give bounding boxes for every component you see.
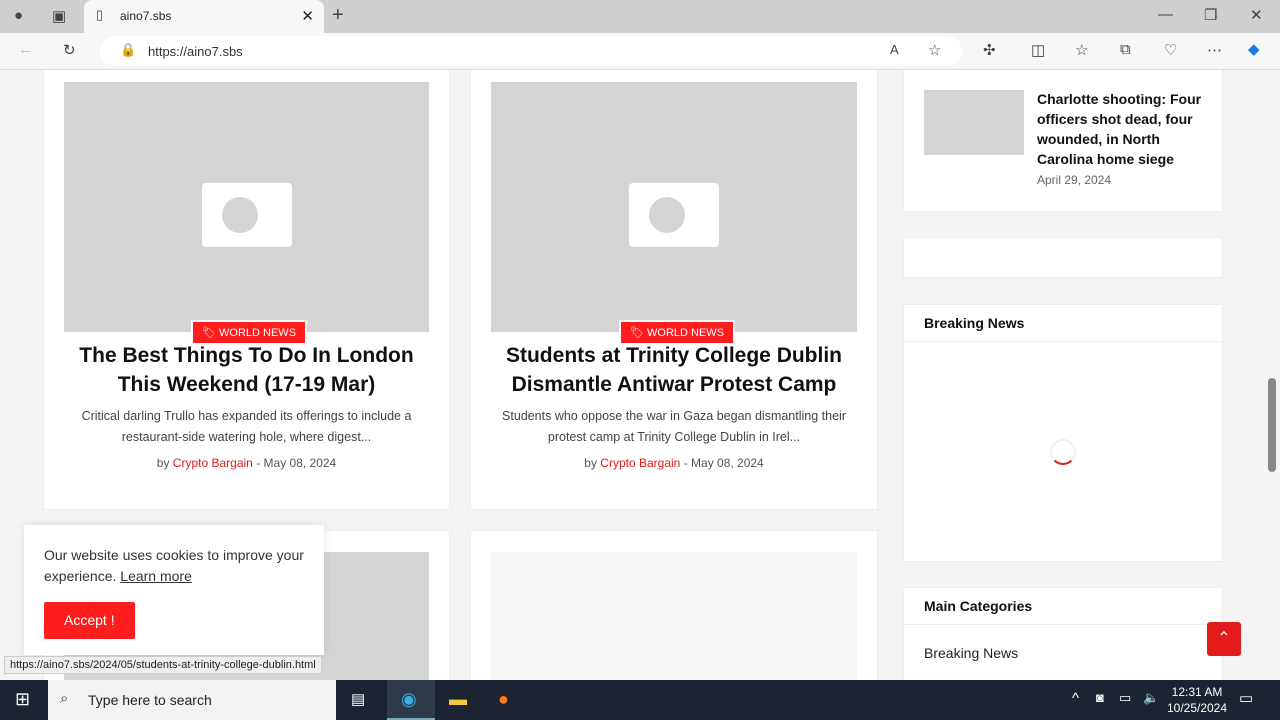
close-window-icon[interactable]: ✕ <box>1250 6 1263 24</box>
recent-post-title[interactable]: Charlotte shooting: Four officers shot d… <box>1037 89 1207 169</box>
author-link[interactable]: Crypto Bargain <box>173 456 253 470</box>
taskbar: ⊞ ⌕ Type here to search ▤ ◉ ▬ ● ^ ◙ ▭ 🔈 … <box>0 680 1280 720</box>
read-aloud-icon[interactable]: A <box>890 42 899 57</box>
post-thumbnail[interactable] <box>64 82 429 332</box>
post-thumbnail[interactable] <box>491 82 857 332</box>
breaking-news-widget: Breaking News <box>903 304 1223 562</box>
favorites-icon[interactable]: ☆ <box>1075 41 1088 59</box>
status-bar-url: https://aino7.sbs/2024/05/students-at-tr… <box>4 656 322 674</box>
page-icon: ▯ <box>96 7 104 22</box>
widget-title: Breaking News <box>904 305 1222 342</box>
split-screen-icon[interactable]: ◫ <box>1031 41 1045 59</box>
empty-widget <box>903 237 1223 278</box>
address-input[interactable]: 🔒 https://aino7.sbs A ☆ <box>100 36 962 66</box>
task-view-icon[interactable]: ▤ <box>351 690 365 708</box>
minimize-icon[interactable]: — <box>1158 6 1173 23</box>
favorite-star-icon[interactable]: ☆ <box>928 41 941 59</box>
new-tab-icon[interactable]: + <box>332 4 344 27</box>
refresh-icon[interactable]: ↻ <box>63 41 76 59</box>
edge-taskbar-icon[interactable]: ◉ <box>387 680 435 720</box>
cookie-banner: Our website uses cookies to improve your… <box>24 525 324 655</box>
browser-essentials-icon[interactable]: ♡ <box>1164 41 1177 59</box>
lock-icon[interactable]: 🔒 <box>120 42 136 58</box>
search-icon: ⌕ <box>60 690 69 707</box>
camera-icon <box>629 183 719 247</box>
author-link[interactable]: Crypto Bargain <box>600 456 680 470</box>
back-icon[interactable]: ← <box>18 41 33 58</box>
firefox-icon[interactable]: ● <box>498 689 509 710</box>
more-icon[interactable]: ⋯ <box>1207 41 1222 59</box>
file-explorer-icon[interactable]: ▬ <box>449 689 467 710</box>
windows-start-icon[interactable]: ⊞ <box>15 689 30 710</box>
camera-icon <box>201 183 292 247</box>
post-thumbnail[interactable] <box>491 552 857 680</box>
notifications-icon[interactable]: ▭ <box>1239 689 1253 707</box>
post-excerpt: Critical darling Trullo has expanded its… <box>81 409 412 444</box>
scrollbar[interactable] <box>1264 70 1280 680</box>
taskbar-search[interactable]: ⌕ Type here to search <box>48 680 336 720</box>
tray-chevron-icon[interactable]: ^ <box>1072 690 1079 707</box>
recent-post-widget: Charlotte shooting: Four officers shot d… <box>903 70 1223 212</box>
post-card[interactable]: 🏷 WORLD NEWS Students at Trinity College… <box>470 70 878 510</box>
category-link[interactable]: Breaking News <box>904 625 1222 680</box>
meet-icon[interactable]: ◙ <box>1096 690 1104 705</box>
tab-active[interactable]: ▯ aino7.sbs ✕ <box>84 0 324 33</box>
post-excerpt: Students who oppose the war in Gaza bega… <box>502 409 846 444</box>
close-tab-icon[interactable]: ✕ <box>301 7 314 25</box>
post-meta: by Crypto Bargain - May 08, 2024 <box>156 456 337 470</box>
volume-icon[interactable]: 🔈 <box>1143 690 1159 706</box>
profile-icon[interactable]: ● <box>14 7 23 24</box>
recent-post-date: April 29, 2024 <box>1037 173 1112 187</box>
tab-title: aino7.sbs <box>120 9 172 23</box>
tab-bar: ● ▣ ▯ aino7.sbs ✕ + — ❐ ✕ <box>0 0 1280 33</box>
restore-icon[interactable]: ❐ <box>1204 6 1217 24</box>
post-card[interactable] <box>470 530 878 680</box>
post-title[interactable]: The Best Things To Do In London This Wee… <box>64 341 429 399</box>
address-bar-row: ← ↻ 🔒 https://aino7.sbs A ☆ ✣ ◫ ☆ ⧉ ♡ ⋯ … <box>0 33 1280 70</box>
back-to-top-button[interactable]: ⌃ <box>1207 622 1241 656</box>
clock[interactable]: 12:31 AM 10/25/2024 <box>1162 684 1232 716</box>
post-title[interactable]: Students at Trinity College Dublin Disma… <box>491 341 857 399</box>
post-meta: by Crypto Bargain - May 08, 2024 <box>584 456 764 470</box>
loading-spinner-icon <box>1050 439 1076 465</box>
learn-more-link[interactable]: Learn more <box>120 568 192 584</box>
categories-widget: Main Categories Breaking News <box>903 587 1223 680</box>
widget-title: Main Categories <box>904 588 1222 625</box>
recent-thumbnail[interactable] <box>924 90 1024 155</box>
url-text: https://aino7.sbs <box>148 44 243 59</box>
collections-icon[interactable]: ⧉ <box>1120 41 1131 58</box>
network-icon[interactable]: ▭ <box>1119 690 1131 706</box>
post-card[interactable]: 🏷 WORLD NEWS The Best Things To Do In Lo… <box>43 70 450 510</box>
accept-cookies-button[interactable]: Accept ! <box>44 602 135 639</box>
copilot-icon[interactable]: ◆ <box>1248 40 1260 58</box>
tab-actions-icon[interactable]: ▣ <box>52 7 66 25</box>
extensions-icon[interactable]: ✣ <box>983 41 996 59</box>
search-placeholder: Type here to search <box>88 692 212 708</box>
scrollbar-thumb[interactable] <box>1268 378 1276 472</box>
